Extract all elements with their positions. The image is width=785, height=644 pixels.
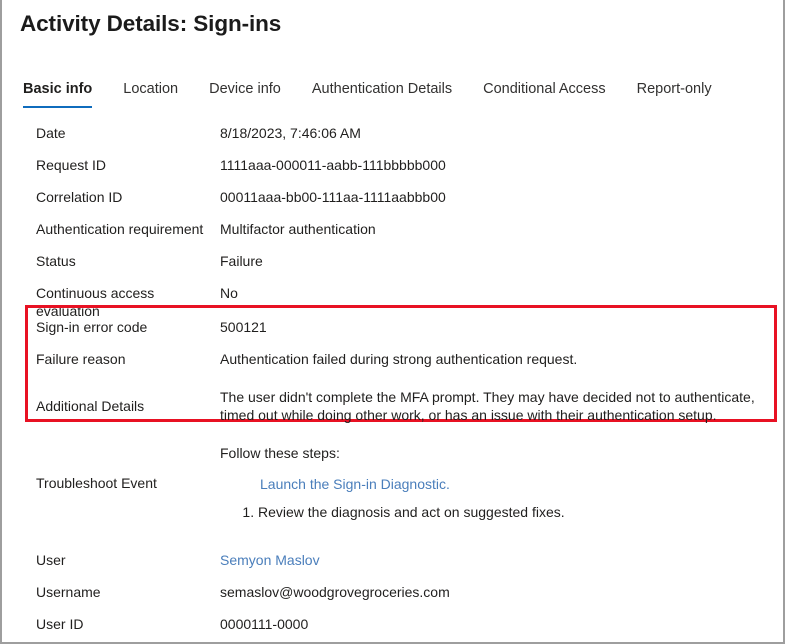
detail-row-continuous-access-evaluation: Continuous access evaluation No [2, 278, 783, 310]
tab-label: Basic info [23, 81, 92, 97]
troubleshoot-event-block: Troubleshoot Event Follow these steps: L… [2, 444, 783, 521]
detail-value: 0000111-0000 [220, 609, 783, 633]
detail-value: Semyon Maslov [220, 545, 783, 569]
tab-location[interactable]: Location [123, 80, 178, 108]
detail-value: The user didn't complete the MFA prompt.… [220, 376, 783, 424]
detail-label: Date [2, 118, 220, 142]
detail-label: User ID [2, 609, 220, 633]
detail-row-additional-details: Additional Details The user didn't compl… [2, 376, 783, 424]
tab-authentication-details[interactable]: Authentication Details [312, 80, 452, 108]
detail-label: Status [2, 246, 220, 270]
tab-device-info[interactable]: Device info [209, 80, 281, 108]
troubleshoot-label: Troubleshoot Event [2, 444, 220, 492]
detail-value: 00011aaa-bb00-111aa-1111aabbb00 [220, 182, 783, 206]
detail-label: Correlation ID [2, 182, 220, 206]
error-detail-rows: Sign-in error code 500121 Failure reason… [2, 312, 783, 424]
detail-value: semaslov@woodgrovegroceries.com [220, 577, 783, 601]
tab-report-only[interactable]: Report-only [637, 80, 712, 108]
detail-label: Username [2, 577, 220, 601]
detail-value: 8/18/2023, 7:46:06 AM [220, 118, 783, 142]
activity-details-panel: Activity Details: Sign-ins Basic info Lo… [0, 0, 785, 644]
detail-row-date: Date 8/18/2023, 7:46:06 AM [2, 118, 783, 150]
detail-label: Additional Details [2, 376, 220, 415]
user-link[interactable]: Semyon Maslov [220, 552, 320, 568]
tab-conditional-access[interactable]: Conditional Access [483, 80, 606, 108]
detail-value: Failure [220, 246, 783, 270]
detail-value: 1111aaa-000011-aabb-111bbbbb000 [220, 150, 783, 174]
tab-label: Report-only [637, 81, 712, 97]
tab-label: Device info [209, 81, 281, 97]
detail-label: Sign-in error code [2, 312, 220, 336]
detail-row-correlation-id: Correlation ID 00011aaa-bb00-111aa-1111a… [2, 182, 783, 214]
detail-row-status: Status Failure [2, 246, 783, 278]
troubleshoot-steps: Review the diagnosis and act on suggeste… [220, 503, 783, 521]
detail-row-authentication-requirement: Authentication requirement Multifactor a… [2, 214, 783, 246]
detail-row-failure-reason: Failure reason Authentication failed dur… [2, 344, 783, 376]
detail-value: Multifactor authentication [220, 214, 783, 238]
detail-row-username: Username semaslov@woodgrovegroceries.com [2, 577, 783, 609]
tab-label: Location [123, 81, 178, 97]
detail-label: Authentication requirement [2, 214, 220, 238]
troubleshoot-body: Follow these steps: Launch the Sign-in D… [220, 444, 783, 521]
troubleshoot-intro: Follow these steps: [220, 444, 783, 462]
detail-row-request-id: Request ID 1111aaa-000011-aabb-111bbbbb0… [2, 150, 783, 182]
detail-value: Authentication failed during strong auth… [220, 344, 783, 368]
tab-basic-info[interactable]: Basic info [23, 80, 92, 108]
tab-label: Authentication Details [312, 81, 452, 97]
tab-bar: Basic info Location Device info Authenti… [23, 80, 712, 112]
user-info-rows: User Semyon Maslov Username semaslov@woo… [2, 545, 783, 641]
detail-value: No [220, 278, 783, 302]
detail-row-user: User Semyon Maslov [2, 545, 783, 577]
detail-value: 500121 [220, 312, 783, 336]
basic-info-rows: Date 8/18/2023, 7:46:06 AM Request ID 11… [2, 118, 783, 310]
troubleshoot-step: Review the diagnosis and act on suggeste… [258, 503, 783, 521]
tab-label: Conditional Access [483, 81, 606, 97]
detail-label: Request ID [2, 150, 220, 174]
detail-label: User [2, 545, 220, 569]
launch-sign-in-diagnostic-link[interactable]: Launch the Sign-in Diagnostic. [260, 475, 783, 493]
detail-row-sign-in-error-code: Sign-in error code 500121 [2, 312, 783, 344]
page-title: Activity Details: Sign-ins [20, 11, 281, 37]
detail-row-user-id: User ID 0000111-0000 [2, 609, 783, 641]
detail-label: Failure reason [2, 344, 220, 368]
